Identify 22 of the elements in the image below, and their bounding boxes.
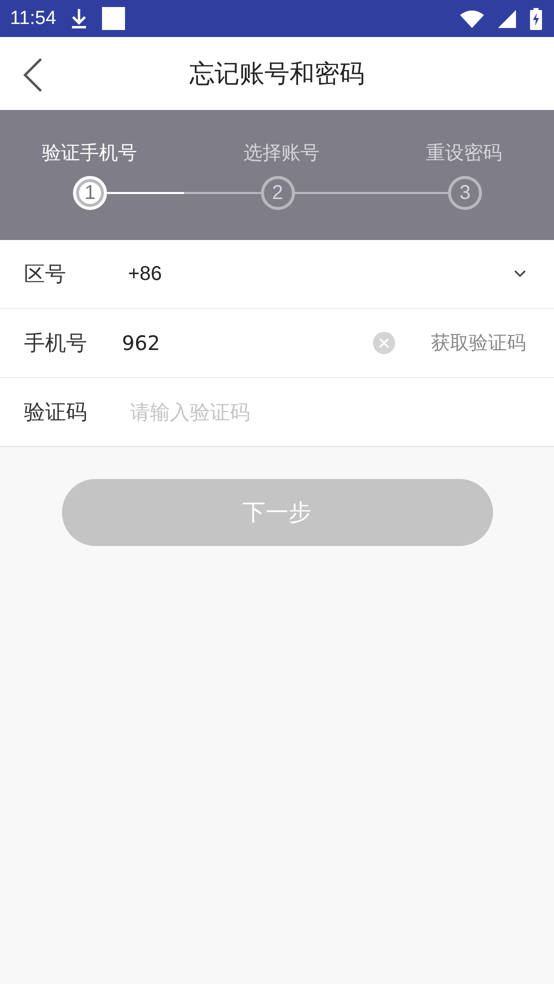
download-icon [70,8,88,30]
battery-icon [530,8,542,30]
back-icon[interactable] [22,57,44,93]
step-label: 重设密码 [426,141,502,166]
step-label: 选择账号 [244,141,320,166]
phone-field[interactable]: 962 [120,330,373,356]
step-number: 1 [73,176,107,210]
code-field[interactable]: 请输入验证码 [128,399,526,425]
get-code-button[interactable]: 获取验证码 [431,330,526,356]
step-number: 3 [448,176,482,210]
field-label: 验证码 [24,399,88,426]
page-title: 忘记账号和密码 [190,58,364,90]
signal-icon [498,10,516,28]
country-code-select[interactable]: +86 [128,262,514,286]
step-number: 2 [260,176,294,210]
wifi-icon [460,10,484,28]
field-label: 区号 [24,261,67,288]
chevron-down-icon[interactable] [514,270,526,278]
field-label: 手机号 [24,330,88,357]
notification-icon [102,7,126,30]
step-label: 验证手机号 [42,141,137,166]
status-time: 11:54 [10,8,56,30]
